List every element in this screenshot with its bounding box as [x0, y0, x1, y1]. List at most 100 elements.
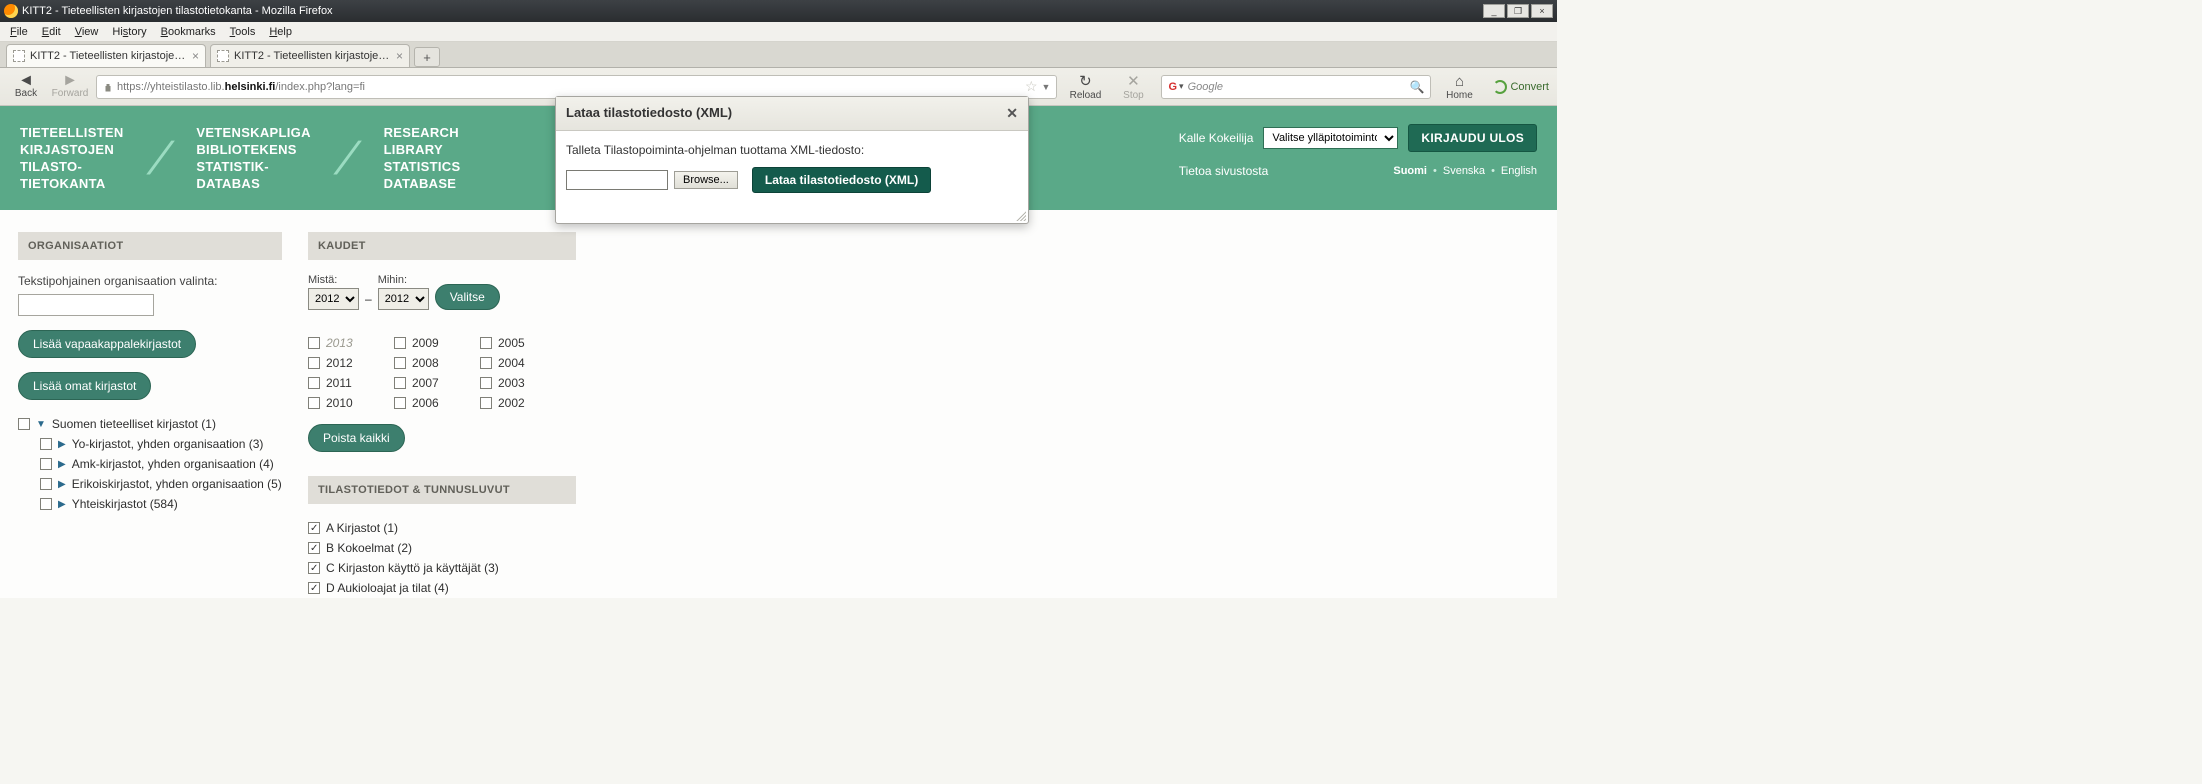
- convert-icon: [1493, 80, 1507, 94]
- tab-2-title: KITT2 - Tieteellisten kirjastojen tilast…: [234, 50, 391, 62]
- year-checkbox[interactable]: [480, 377, 492, 389]
- admin-function-select[interactable]: Valitse ylläpitotoiminto: [1263, 127, 1398, 149]
- back-button[interactable]: ◄ Back: [8, 74, 44, 99]
- menu-history[interactable]: History: [106, 24, 152, 40]
- add-deposit-libraries-button[interactable]: Lisää vapaakappalekirjastot: [18, 330, 196, 358]
- logo-sv[interactable]: VETENSKAPLIGA BIBLIOTEKENS STATISTIK- DA…: [196, 124, 310, 192]
- year-checkbox[interactable]: [480, 397, 492, 409]
- forward-arrow-icon: ►: [62, 74, 78, 88]
- tab-2[interactable]: KITT2 - Tieteellisten kirjastojen tilast…: [210, 44, 410, 67]
- lang-fi[interactable]: Suomi: [1393, 165, 1427, 177]
- tree-checkbox[interactable]: [40, 458, 52, 470]
- tree-checkbox[interactable]: [40, 498, 52, 510]
- year-checkbox[interactable]: [308, 337, 320, 349]
- dialog-title: Lataa tilastotiedosto (XML): [566, 105, 732, 122]
- expand-right-icon[interactable]: ▶: [58, 499, 66, 510]
- window-minimize[interactable]: _: [1483, 4, 1505, 18]
- window-close[interactable]: ×: [1531, 4, 1553, 18]
- logo-fi[interactable]: TIETEELLISTEN KIRJASTOJEN TILASTO- TIETO…: [20, 124, 124, 192]
- stat-item-label[interactable]: A Kirjastot (1): [326, 521, 398, 535]
- year-checkbox[interactable]: [308, 357, 320, 369]
- reload-label: Reload: [1070, 90, 1102, 101]
- search-icon[interactable]: 🔍: [1410, 80, 1425, 94]
- tree-checkbox[interactable]: [18, 418, 30, 430]
- bookmark-star-icon[interactable]: ☆: [1025, 78, 1038, 95]
- about-link[interactable]: Tietoa sivustosta: [1179, 164, 1269, 178]
- tree-item-label[interactable]: Yhteiskirjastot (584): [72, 497, 178, 511]
- expand-right-icon[interactable]: ▶: [58, 439, 66, 450]
- year-checkbox[interactable]: [394, 337, 406, 349]
- stat-item-label[interactable]: D Aukioloajat ja tilat (4): [326, 581, 449, 595]
- expand-right-icon[interactable]: ▶: [58, 479, 66, 490]
- stat-item-label[interactable]: C Kirjaston käyttö ja käyttäjät (3): [326, 561, 499, 575]
- year-checkbox[interactable]: [308, 377, 320, 389]
- window-maximize[interactable]: ❐: [1507, 4, 1529, 18]
- divider-icon: /: [141, 131, 179, 185]
- year-label: 2010: [326, 396, 353, 410]
- menu-bookmarks[interactable]: Bookmarks: [155, 24, 222, 40]
- url-dropdown-icon[interactable]: ▼: [1042, 82, 1051, 92]
- tab-1[interactable]: KITT2 - Tieteellisten kirjastojen tilast…: [6, 44, 206, 67]
- convert-label: Convert: [1510, 81, 1549, 93]
- year-checkbox[interactable]: [480, 357, 492, 369]
- tree-root-label[interactable]: Suomen tieteelliset kirjastot (1): [52, 417, 216, 431]
- year-checkbox[interactable]: [394, 377, 406, 389]
- forward-button[interactable]: ► Forward: [52, 74, 88, 99]
- browse-button[interactable]: Browse...: [674, 171, 738, 189]
- select-periods-button[interactable]: Valitse: [435, 284, 500, 310]
- convert-button[interactable]: Convert: [1493, 80, 1549, 94]
- from-year-select[interactable]: 2012: [308, 288, 359, 310]
- search-box[interactable]: G ▾ Google 🔍: [1161, 75, 1431, 99]
- year-label: 2006: [412, 396, 439, 410]
- tab-2-close[interactable]: ×: [396, 49, 403, 63]
- org-search-input[interactable]: [18, 294, 154, 316]
- logo-en[interactable]: RESEARCH LIBRARY STATISTICS DATABASE: [384, 124, 461, 192]
- stat-checkbox[interactable]: [308, 522, 320, 534]
- home-button[interactable]: ⌂ Home: [1439, 73, 1479, 101]
- dialog-close-icon[interactable]: ✕: [1006, 105, 1018, 122]
- address-bar[interactable]: https://yhteistilasto.lib.helsinki.fi/in…: [96, 75, 1057, 99]
- tree-item-label[interactable]: Yo-kirjastot, yhden organisaation (3): [72, 437, 264, 451]
- divider-icon: /: [328, 131, 366, 185]
- resize-grip-icon[interactable]: [1014, 209, 1026, 221]
- year-checkbox[interactable]: [394, 397, 406, 409]
- stop-button[interactable]: ✕ Stop: [1113, 72, 1153, 101]
- menu-file[interactable]: File: [4, 24, 34, 40]
- menu-view[interactable]: View: [69, 24, 105, 40]
- lock-icon: [103, 82, 113, 92]
- new-tab-button[interactable]: +: [414, 47, 440, 67]
- logout-button[interactable]: KIRJAUDU ULOS: [1408, 124, 1537, 152]
- stat-item-label[interactable]: B Kokoelmat (2): [326, 541, 412, 555]
- year-checkbox[interactable]: [394, 357, 406, 369]
- expand-right-icon[interactable]: ▶: [58, 459, 66, 470]
- back-label: Back: [15, 88, 37, 99]
- stat-checkbox[interactable]: [308, 542, 320, 554]
- tab-1-close[interactable]: ×: [192, 49, 199, 63]
- add-own-libraries-button[interactable]: Lisää omat kirjastot: [18, 372, 151, 400]
- remove-all-button[interactable]: Poista kaikki: [308, 424, 405, 452]
- reload-icon: ↻: [1079, 72, 1092, 90]
- periods-heading: KAUDET: [308, 232, 576, 260]
- to-year-select[interactable]: 2012: [378, 288, 429, 310]
- tree-item-label[interactable]: Amk-kirjastot, yhden organisaation (4): [72, 457, 274, 471]
- upload-button[interactable]: Lataa tilastotiedosto (XML): [752, 167, 931, 193]
- reload-button[interactable]: ↻ Reload: [1065, 72, 1105, 101]
- file-path-field[interactable]: [566, 170, 668, 190]
- stat-checkbox[interactable]: [308, 562, 320, 574]
- search-engine-dropdown-icon[interactable]: ▾: [1179, 81, 1184, 92]
- menu-edit[interactable]: Edit: [36, 24, 67, 40]
- year-checkbox[interactable]: [480, 337, 492, 349]
- tree-checkbox[interactable]: [40, 478, 52, 490]
- tree-item-label[interactable]: Erikoiskirjastot, yhden organisaation (5…: [72, 477, 282, 491]
- year-checkbox[interactable]: [308, 397, 320, 409]
- google-icon: G: [1168, 81, 1177, 93]
- year-label: 2005: [498, 336, 525, 350]
- forward-label: Forward: [52, 88, 89, 99]
- lang-en[interactable]: English: [1501, 165, 1537, 177]
- tree-checkbox[interactable]: [40, 438, 52, 450]
- stat-checkbox[interactable]: [308, 582, 320, 594]
- expand-down-icon[interactable]: ▼: [36, 419, 46, 430]
- lang-sv[interactable]: Svenska: [1443, 165, 1485, 177]
- menu-tools[interactable]: Tools: [224, 24, 262, 40]
- menu-help[interactable]: Help: [263, 24, 298, 40]
